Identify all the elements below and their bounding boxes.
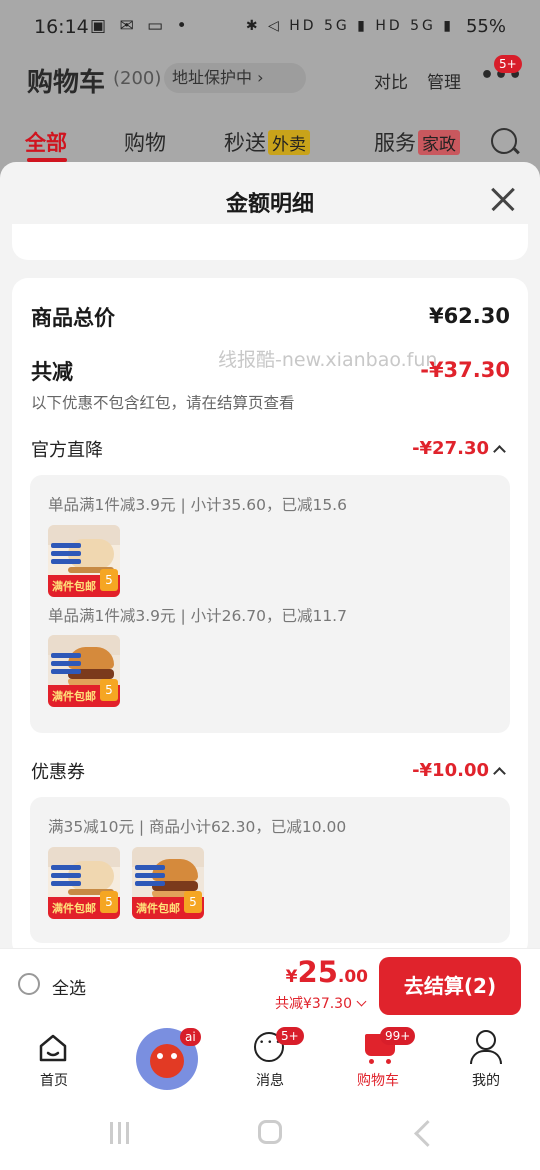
promo-label: 满件包邮 bbox=[52, 902, 96, 915]
tab-shopping[interactable]: 购物 bbox=[124, 127, 166, 157]
tab-services[interactable]: 服务 家政 bbox=[374, 127, 460, 157]
saved-amount: 共减¥37.30 bbox=[275, 996, 352, 1012]
recents-icon[interactable] bbox=[110, 1122, 134, 1144]
home-icon bbox=[39, 1034, 67, 1062]
bottom-tab-bar: 首页 ai 消息 5+ 购物车 99+ 我的 bbox=[0, 1022, 540, 1098]
address-protection-pill[interactable]: 地址保护中 › bbox=[164, 63, 306, 93]
coupon-product-thumbnail-1[interactable]: 满件包邮 5 bbox=[48, 847, 120, 919]
promo-label: 满件包邮 bbox=[52, 580, 96, 593]
cart-tabs: 全部 购物 秒送 外卖 服务 家政 bbox=[0, 120, 540, 164]
promo-number: 5 bbox=[100, 891, 118, 913]
home-nav-icon[interactable] bbox=[258, 1120, 282, 1144]
coupon-product-thumbnail-2[interactable]: 满件包邮 5 bbox=[132, 847, 204, 919]
status-notification-icons: ▣ ✉ ▭ • bbox=[90, 16, 191, 36]
tab-mine[interactable]: 我的 bbox=[446, 1022, 526, 1098]
manage-button[interactable]: 管理 bbox=[427, 68, 461, 93]
tab-cart-label: 购物车 bbox=[357, 1073, 399, 1089]
watermark-text: 线报酷-new.xianbao.fun bbox=[218, 349, 438, 371]
amount-card: 商品总价 ¥62.30 共减 -¥37.30 以下优惠不包含红包，请在结算页查看… bbox=[12, 278, 528, 958]
messages-badge: 5+ bbox=[276, 1027, 304, 1045]
previous-card-stub bbox=[12, 224, 528, 260]
currency-symbol: ¥ bbox=[285, 967, 298, 987]
official-line-2: 单品满1件减3.9元 | 小计26.70，已减11.7 bbox=[48, 607, 347, 625]
tab-messages-label: 消息 bbox=[256, 1073, 284, 1089]
official-line-1: 单品满1件减3.9元 | 小计35.60，已减15.6 bbox=[48, 496, 347, 514]
tab-home-label: 首页 bbox=[40, 1073, 68, 1089]
coupon-label: 优惠券 bbox=[31, 762, 85, 783]
page-title: 购物车 bbox=[27, 68, 106, 98]
ai-badge: ai bbox=[180, 1028, 201, 1046]
discount-label: 共减 bbox=[31, 360, 73, 384]
status-signal-icons: ✱ ◁ HD 5G ▮ HD 5G ▮ bbox=[245, 18, 454, 34]
cart-count: (200) bbox=[113, 68, 162, 89]
status-bar: 16:14 ▣ ✉ ▭ • ✱ ◁ HD 5G ▮ HD 5G ▮ 55% bbox=[0, 0, 540, 55]
official-discount-toggle[interactable]: -¥27.30 bbox=[412, 438, 506, 459]
checkout-button[interactable]: 去结算(2) bbox=[379, 957, 521, 1015]
close-icon[interactable] bbox=[488, 184, 518, 214]
coupon-details: 满35减10元 | 商品小计62.30，已减10.00 满件包邮 5 满件包邮 5 bbox=[30, 797, 510, 943]
promo-label: 满件包邮 bbox=[136, 902, 180, 915]
official-discount-value: -¥27.30 bbox=[412, 438, 489, 459]
back-icon[interactable] bbox=[414, 1120, 441, 1147]
promo-number: 5 bbox=[184, 891, 202, 913]
search-icon[interactable] bbox=[491, 128, 517, 154]
tab-services-label: 服务 bbox=[374, 131, 416, 155]
product-thumbnail-2[interactable]: 满件包邮 5 bbox=[48, 635, 120, 707]
saved-amount-toggle[interactable]: 共减¥37.30 bbox=[275, 993, 367, 1013]
promo-number: 5 bbox=[100, 569, 118, 591]
promo-number: 5 bbox=[100, 679, 118, 701]
total-value: ¥62.30 bbox=[428, 304, 510, 328]
more-badge: 5+ bbox=[494, 55, 522, 73]
tab-mine-label: 我的 bbox=[472, 1073, 500, 1089]
product-thumbnail-1[interactable]: 满件包邮 5 bbox=[48, 525, 120, 597]
total-label: 商品总价 bbox=[31, 306, 115, 330]
battery-level: 55% bbox=[465, 16, 506, 37]
cart-badge: 99+ bbox=[380, 1027, 416, 1045]
tab-instant-delivery[interactable]: 秒送 外卖 bbox=[224, 127, 310, 157]
tab-instant-delivery-label: 秒送 bbox=[224, 131, 266, 155]
discount-note: 以下优惠不包含红包，请在结算页查看 bbox=[31, 394, 295, 412]
official-discount-details: 单品满1件减3.9元 | 小计35.60，已减15.6 满件包邮 5 单品满1件减… bbox=[30, 475, 510, 733]
checkout-bar: 全选 ¥25.00 共减¥37.30 去结算(2) bbox=[0, 948, 540, 1023]
user-icon-body bbox=[470, 1050, 502, 1064]
chevron-up-icon bbox=[493, 767, 506, 780]
select-all-radio[interactable] bbox=[18, 973, 40, 995]
total-price: ¥25.00 bbox=[286, 955, 368, 989]
lobster-mascot-icon bbox=[150, 1044, 184, 1078]
takeout-tag: 外卖 bbox=[268, 130, 310, 155]
sheet-title: 金额明细 bbox=[225, 192, 314, 217]
chevron-up-icon bbox=[493, 445, 506, 458]
official-discount-label: 官方直降 bbox=[31, 440, 103, 461]
coupon-toggle[interactable]: -¥10.00 bbox=[412, 760, 506, 781]
user-icon bbox=[476, 1030, 496, 1050]
price-decimal: .00 bbox=[337, 967, 368, 987]
chevron-down-icon bbox=[356, 996, 367, 1007]
housekeeping-tag: 家政 bbox=[418, 130, 460, 155]
promo-label: 满件包邮 bbox=[52, 690, 96, 703]
compare-button[interactable]: 对比 bbox=[374, 68, 408, 93]
status-time: 16:14 bbox=[34, 16, 89, 38]
price-integer: 25 bbox=[297, 955, 338, 989]
cart-header: 购物车 (200) 地址保护中 › 对比 管理 ••• 5+ bbox=[0, 55, 540, 105]
coupon-line: 满35减10元 | 商品小计62.30，已减10.00 bbox=[48, 818, 347, 836]
select-all-label[interactable]: 全选 bbox=[52, 974, 86, 999]
system-nav-bar bbox=[0, 1098, 540, 1170]
tab-home[interactable]: 首页 bbox=[14, 1022, 94, 1098]
tab-all[interactable]: 全部 bbox=[25, 127, 67, 157]
coupon-value: -¥10.00 bbox=[412, 760, 489, 781]
